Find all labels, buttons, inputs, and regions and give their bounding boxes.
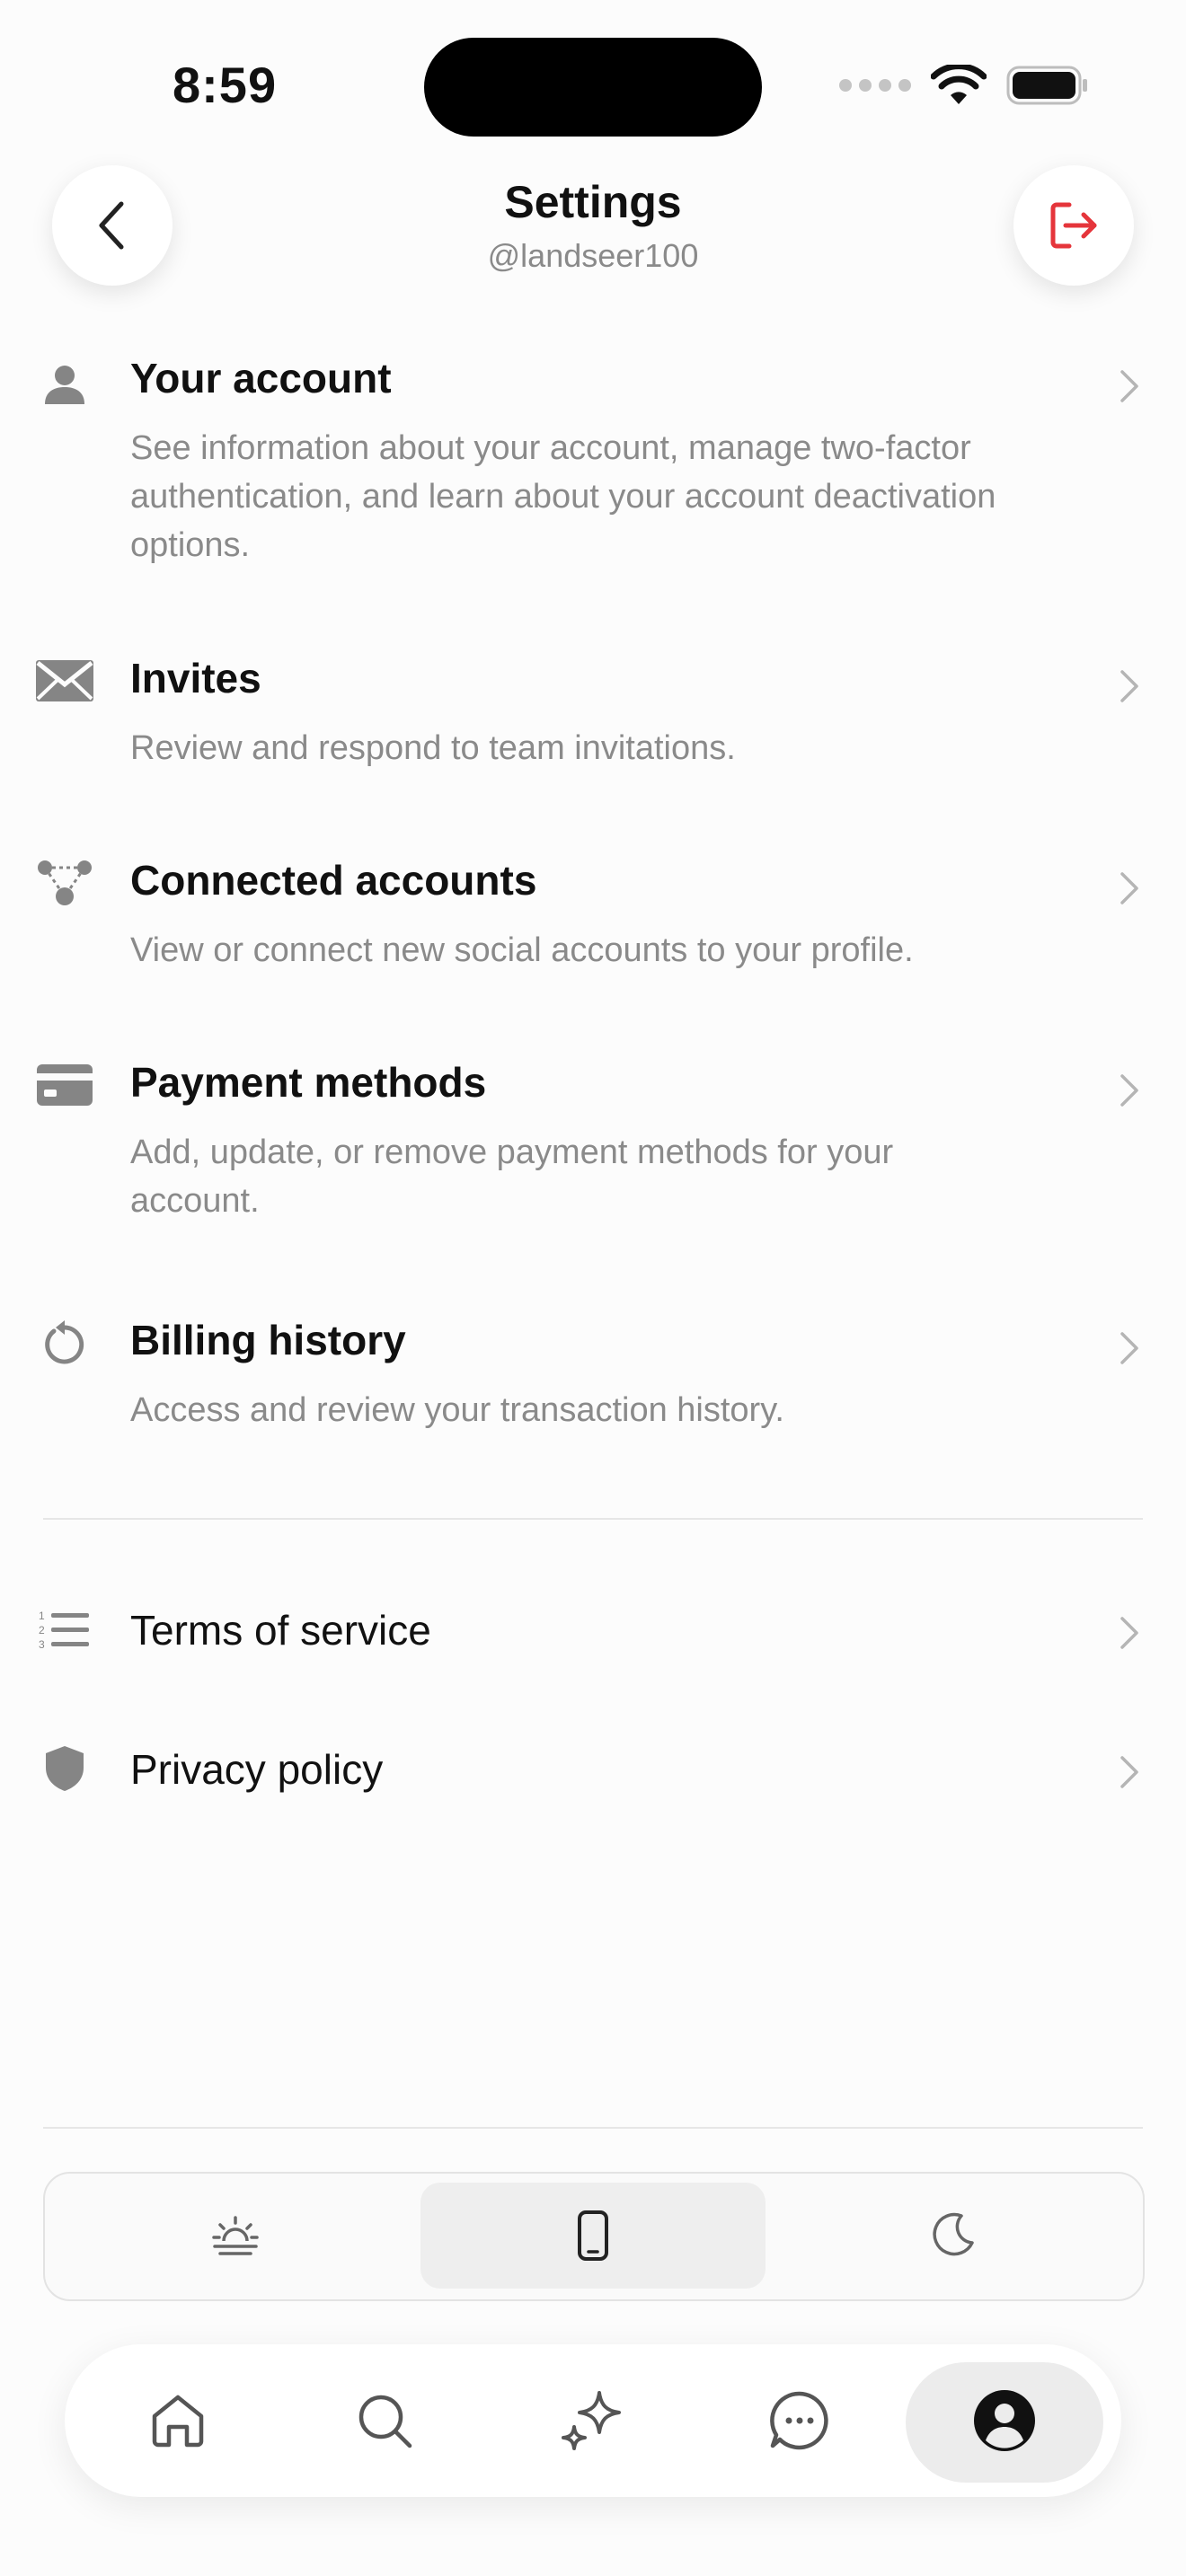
- page-title: Settings: [504, 177, 682, 227]
- theme-option-system[interactable]: [420, 2183, 766, 2289]
- svg-text:3: 3: [39, 1638, 45, 1651]
- phone-icon: [578, 2210, 608, 2261]
- chevron-right-icon: [1116, 1752, 1143, 1792]
- settings-item-title: Payment methods: [130, 1059, 487, 1106]
- settings-item-description: View or connect new social accounts to y…: [130, 931, 914, 969]
- nav-home[interactable]: [79, 2344, 277, 2497]
- nav-messages[interactable]: [701, 2344, 898, 2497]
- nav-search[interactable]: [286, 2344, 483, 2497]
- shield-icon: [32, 1736, 97, 1801]
- home-icon: [152, 2395, 204, 2448]
- connected-nodes-icon: [32, 851, 97, 915]
- logout-button[interactable]: [1013, 165, 1134, 286]
- theme-option-dark[interactable]: [780, 2183, 1125, 2289]
- settings-item-title: Invites: [130, 655, 261, 701]
- envelope-icon: [32, 648, 97, 713]
- settings-item-description: Add, update, or remove payment methods f…: [130, 1134, 894, 1220]
- settings-item-title: Billing history: [130, 1317, 406, 1363]
- battery-icon: [1006, 66, 1087, 105]
- profile-icon: [974, 2390, 1035, 2451]
- numbered-list-icon: 1 2 3: [32, 1597, 97, 1662]
- wifi-icon: [931, 65, 987, 104]
- history-icon: [32, 1310, 97, 1375]
- settings-item-description: Access and review your transaction histo…: [130, 1391, 784, 1429]
- signal-dots-icon: [839, 79, 911, 92]
- settings-item-billing-history[interactable]: Billing history Access and review your t…: [0, 1310, 1186, 1454]
- logout-icon: [1050, 202, 1097, 249]
- status-indicators: [839, 65, 1089, 106]
- settings-item-your-account[interactable]: Your account See information about your …: [0, 348, 1186, 591]
- chevron-right-icon: [1116, 1071, 1143, 1110]
- bottom-nav: [65, 2344, 1121, 2497]
- settings-item-title: Connected accounts: [130, 857, 537, 904]
- moon-icon: [933, 2212, 974, 2256]
- sunrise-icon: [212, 2216, 259, 2255]
- settings-item-payment-methods[interactable]: Payment methods Add, update, or remove p…: [0, 1053, 1186, 1250]
- credit-card-icon: [32, 1053, 97, 1117]
- legal-item-terms-of-service[interactable]: 1 2 3 Terms of service: [0, 1601, 1186, 1663]
- username-label: @landseer100: [487, 237, 699, 274]
- theme-selector: [43, 2172, 1145, 2301]
- chevron-right-icon: [1116, 1328, 1143, 1368]
- dynamic-island: [424, 38, 762, 137]
- settings-item-connected-accounts[interactable]: Connected accounts View or connect new s…: [0, 851, 1186, 994]
- theme-option-light[interactable]: [63, 2183, 408, 2289]
- chat-icon: [770, 2391, 828, 2450]
- search-icon: [358, 2395, 412, 2448]
- sparkle-icon: [562, 2391, 621, 2450]
- settings-item-description: See information about your account, mana…: [130, 429, 996, 564]
- settings-item-description: Review and respond to team invitations.: [130, 729, 736, 767]
- settings-item-title: Your account: [130, 355, 392, 401]
- chevron-right-icon: [1116, 366, 1143, 406]
- person-icon: [32, 352, 97, 417]
- chevron-right-icon: [1116, 869, 1143, 908]
- status-time: 8:59: [173, 57, 278, 113]
- legal-item-title: Privacy policy: [130, 1746, 384, 1793]
- section-divider: [43, 1518, 1143, 1520]
- settings-item-invites[interactable]: Invites Review and respond to team invit…: [0, 648, 1186, 792]
- nav-profile[interactable]: [906, 2344, 1103, 2497]
- chevron-right-icon: [1116, 1613, 1143, 1653]
- legal-item-privacy-policy[interactable]: Privacy policy: [0, 1740, 1186, 1803]
- chevron-right-icon: [1116, 666, 1143, 706]
- svg-text:1: 1: [39, 1610, 45, 1622]
- legal-item-title: Terms of service: [130, 1607, 431, 1654]
- svg-text:2: 2: [39, 1624, 45, 1636]
- bottom-divider: [43, 2127, 1143, 2129]
- nav-ai[interactable]: [494, 2344, 692, 2497]
